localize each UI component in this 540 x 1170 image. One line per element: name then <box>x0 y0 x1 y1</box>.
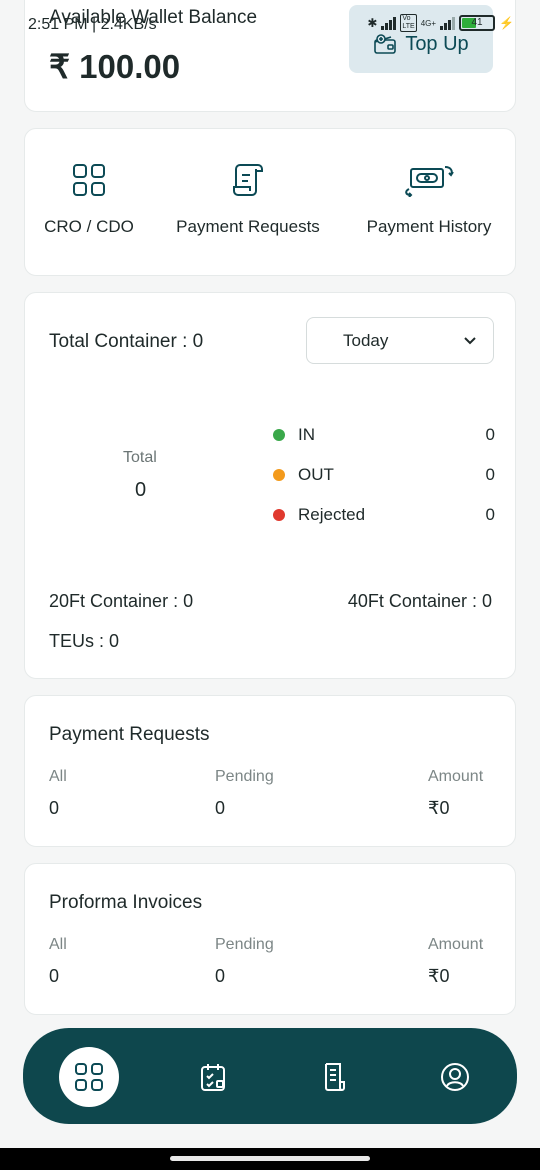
container-40ft: 40Ft Container : 0 <box>347 591 492 611</box>
stat-pending: Pending 0 <box>215 936 274 987</box>
signal-icon <box>381 16 397 30</box>
quick-actions-card: CRO / CDO Payment Requests Payment Histo… <box>24 128 516 276</box>
legend-label: Rejected <box>298 505 366 524</box>
payment-requests-title: Payment Requests <box>49 724 210 745</box>
wallet-add-icon <box>374 34 397 54</box>
stat-pending: Pending 0 <box>215 768 274 819</box>
legend-value: 0 <box>485 425 495 444</box>
stat-value: 0 <box>49 798 60 818</box>
stat-header: All <box>49 936 67 953</box>
action-payment-history[interactable]: Payment History <box>359 163 499 237</box>
payment-requests-card[interactable]: Payment Requests All 0 Pending 0 Amount … <box>24 695 516 847</box>
invoice-icon <box>325 1063 345 1091</box>
out-dot-icon <box>273 469 285 481</box>
nav-profile[interactable] <box>425 1047 485 1107</box>
stat-all: All 0 <box>49 768 67 819</box>
proforma-invoices-card[interactable]: Proforma Invoices All 0 Pending 0 Amount… <box>24 863 516 1015</box>
battery-icon: 41 <box>459 15 496 31</box>
total-label: Total <box>123 449 157 466</box>
stat-header: Amount <box>428 768 484 785</box>
action-cro-cdo[interactable]: CRO / CDO <box>43 163 135 237</box>
receipt-icon <box>233 164 263 196</box>
nav-schedule[interactable] <box>184 1047 244 1107</box>
teus-count: TEUs : 0 <box>49 631 120 651</box>
stat-header: Pending <box>215 768 274 785</box>
nav-invoices[interactable] <box>305 1047 365 1107</box>
container-20ft: 20Ft Container : 0 <box>49 591 194 611</box>
stat-value: 0 <box>49 966 60 986</box>
action-label: Payment History <box>366 217 492 236</box>
signal-icon-2 <box>440 16 456 30</box>
status-time: 2:51 PM | 2.4KB/s <box>28 16 157 33</box>
profile-icon <box>441 1063 469 1091</box>
stat-all: All 0 <box>49 936 67 987</box>
in-dot-icon <box>273 429 285 441</box>
status-icons: ✱ Vo LTE 4G+ 41 ⚡ <box>367 14 514 32</box>
period-dropdown-value: Today <box>343 330 389 350</box>
legend-label: IN <box>298 425 315 444</box>
status-bar: 2:51 PM | 2.4KB/s ✱ Vo LTE 4G+ 41 ⚡ <box>0 6 540 34</box>
network-type: 4G+ <box>420 18 437 28</box>
legend-value: 0 <box>485 465 495 484</box>
period-dropdown[interactable]: Today <box>306 317 494 364</box>
action-payment-requests[interactable]: Payment Requests <box>170 163 326 237</box>
stat-amount: Amount ₹0 <box>428 768 483 819</box>
bottom-nav <box>23 1028 517 1124</box>
wallet-balance-amount: ₹ 100.00 <box>49 48 181 85</box>
charging-icon: ⚡ <box>499 16 514 30</box>
stat-value: 0 <box>215 798 226 818</box>
stat-value: 0 <box>215 966 226 986</box>
home-indicator[interactable] <box>170 1156 370 1161</box>
stat-value: ₹0 <box>428 966 450 986</box>
stat-header: All <box>49 768 67 785</box>
action-label: Payment Requests <box>176 217 320 236</box>
proforma-invoices-title: Proforma Invoices <box>49 892 203 913</box>
stat-header: Amount <box>428 936 484 953</box>
total-value: 0 <box>135 479 147 501</box>
chevron-down-icon <box>464 337 476 345</box>
action-label: CRO / CDO <box>44 217 134 236</box>
stat-amount: Amount ₹0 <box>428 936 483 987</box>
calendar-check-icon <box>201 1064 225 1091</box>
bluetooth-icon: ✱ <box>367 16 378 30</box>
battery-level: 41 <box>471 17 483 28</box>
grid-icon <box>75 1063 103 1091</box>
legend-value: 0 <box>485 505 495 524</box>
total-container-title: Total Container : 0 <box>49 331 204 352</box>
volte-icon: Vo LTE <box>400 14 417 32</box>
nav-home[interactable] <box>59 1047 119 1107</box>
legend-rejected: Rejected 0 <box>273 505 495 525</box>
container-summary-card: Total Container : 0 Today Total 0 IN 0 O… <box>24 292 516 679</box>
stat-value: ₹0 <box>428 798 450 818</box>
legend-in: IN 0 <box>273 425 495 445</box>
top-up-label: Top Up <box>405 32 469 55</box>
money-exchange-icon <box>405 166 454 197</box>
grid-icon <box>73 164 105 196</box>
legend-label: OUT <box>298 465 334 484</box>
system-home-bar <box>0 1148 540 1170</box>
legend-out: OUT 0 <box>273 465 495 485</box>
stat-header: Pending <box>215 936 274 953</box>
rejected-dot-icon <box>273 509 285 521</box>
